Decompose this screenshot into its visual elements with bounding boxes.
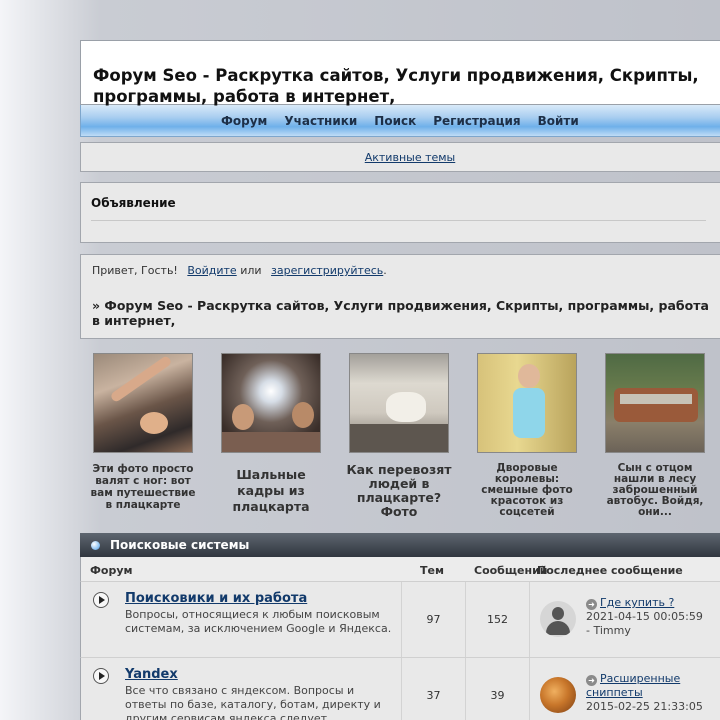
teaser-item[interactable]: Как перевозят людей в плацкарте? Фото bbox=[344, 353, 454, 519]
forum-title-link[interactable]: Yandex bbox=[125, 667, 178, 682]
posts-count: 152 bbox=[487, 613, 508, 626]
category-bullet-icon bbox=[91, 540, 100, 550]
page-wrapper: Форум Seo - Раскрутка сайтов, Услуги про… bbox=[80, 40, 720, 720]
nav-forum-link[interactable]: Форум bbox=[221, 114, 267, 128]
forum-description: Все что связано с яндексом. Вопросы и от… bbox=[125, 684, 381, 720]
teaser-item[interactable]: Дворовые королевы: смешные фото красоток… bbox=[472, 353, 582, 518]
announcement-divider bbox=[91, 220, 706, 221]
announcement-box: Объявление bbox=[80, 182, 720, 243]
posts-cell: 39 bbox=[465, 658, 529, 720]
main-nav: Форум Участники Поиск Регистрация Войти bbox=[80, 105, 720, 137]
goto-post-icon[interactable]: ➜ bbox=[586, 675, 597, 686]
topics-count: 97 bbox=[426, 613, 441, 626]
login-link[interactable]: Войдите bbox=[187, 264, 236, 277]
forum-row: Поисковики и их работа Вопросы, относящи… bbox=[80, 582, 720, 658]
goto-post-icon[interactable]: ➜ bbox=[586, 599, 597, 610]
posts-cell: 152 bbox=[465, 582, 529, 657]
last-post-link[interactable]: Где купить ? bbox=[600, 596, 674, 609]
teaser-image[interactable] bbox=[477, 353, 577, 453]
register-link[interactable]: зарегистрируйтесь bbox=[271, 264, 383, 277]
col-topics: Тем bbox=[420, 564, 444, 577]
teaser-image[interactable] bbox=[221, 353, 321, 453]
last-post-cell: ➜ Где купить ? 2021-04-15 00:05:59 - Timm… bbox=[529, 582, 720, 657]
posts-count: 39 bbox=[490, 689, 505, 702]
last-post-date: 2021-04-15 00:05:59 bbox=[586, 610, 703, 623]
topics-cell: 37 bbox=[401, 658, 465, 720]
forum-title-link[interactable]: Поисковики и их работа bbox=[125, 591, 307, 606]
active-topics-link[interactable]: Активные темы bbox=[365, 151, 456, 164]
user-avatar-icon[interactable] bbox=[540, 677, 576, 713]
greeting-period: . bbox=[383, 264, 387, 277]
last-post-info: ➜ Где купить ? 2021-04-15 00:05:59 - Timm… bbox=[586, 596, 720, 638]
breadcrumb: » Форум Seo - Раскрутка сайтов, Услуги п… bbox=[92, 298, 709, 328]
teaser-caption[interactable]: Шальные кадры из плацкарта bbox=[216, 463, 326, 515]
forum-row: Yandex Все что связано с яндексом. Вопро… bbox=[80, 658, 720, 720]
last-post-info: ➜ Расширенные сниппеты 2015-02-25 21:33:0… bbox=[586, 672, 720, 714]
teaser-caption[interactable]: Эти фото просто валят с ног: вот вам пут… bbox=[88, 463, 198, 511]
category-header[interactable]: Поисковые системы bbox=[80, 533, 720, 557]
last-post-link[interactable]: Расширенные сниппеты bbox=[586, 672, 680, 699]
column-headers: Форум Тем Сообщений Последнее сообщение bbox=[80, 557, 720, 582]
teaser-item[interactable]: Сын с отцом нашли в лесу заброшенный авт… bbox=[600, 353, 710, 518]
forum-table: Поисковые системы Форум Тем Сообщений По… bbox=[80, 533, 720, 720]
teaser-image[interactable] bbox=[349, 353, 449, 453]
greeting-or: или bbox=[240, 264, 262, 277]
forum-read-icon bbox=[93, 592, 109, 608]
site-title: Форум Seo - Раскрутка сайтов, Услуги про… bbox=[93, 66, 699, 106]
announcement-title: Объявление bbox=[91, 196, 176, 210]
forum-read-icon bbox=[93, 668, 109, 684]
user-avatar-icon[interactable] bbox=[540, 601, 576, 637]
category-title[interactable]: Поисковые системы bbox=[110, 538, 249, 552]
greeting-box: Привет, Гость! Войдите или зарегистрируй… bbox=[80, 254, 720, 339]
active-topics-box: Активные темы bbox=[80, 142, 720, 172]
col-last-post: Последнее сообщение bbox=[537, 564, 683, 577]
nav-search-link[interactable]: Поиск bbox=[374, 114, 416, 128]
last-post-cell: ➜ Расширенные сниппеты 2015-02-25 21:33:0… bbox=[529, 658, 720, 720]
last-post-author: - Timmy bbox=[586, 624, 631, 637]
col-forum: Форум bbox=[90, 564, 133, 577]
greeting-row: Привет, Гость! Войдите или зарегистрируй… bbox=[92, 264, 720, 277]
nav-login-link[interactable]: Войти bbox=[538, 114, 579, 128]
teaser-caption[interactable]: Дворовые королевы: смешные фото красоток… bbox=[472, 463, 582, 518]
teaser-caption[interactable]: Как перевозят людей в плацкарте? Фото bbox=[344, 463, 454, 519]
teaser-item[interactable]: Шальные кадры из плацкарта bbox=[216, 353, 326, 515]
teaser-item[interactable]: Эти фото просто валят с ног: вот вам пут… bbox=[88, 353, 198, 511]
greeting-text: Привет, Гость! bbox=[92, 264, 178, 277]
site-header: Форум Seo - Раскрутка сайтов, Услуги про… bbox=[80, 40, 720, 106]
nav-members-link[interactable]: Участники bbox=[284, 114, 357, 128]
topics-count: 37 bbox=[426, 689, 441, 702]
topics-cell: 97 bbox=[401, 582, 465, 657]
forum-description: Вопросы, относящиеся к любым поисковым с… bbox=[125, 608, 392, 635]
teaser-caption[interactable]: Сын с отцом нашли в лесу заброшенный авт… bbox=[600, 463, 710, 518]
teaser-image[interactable] bbox=[93, 353, 193, 453]
teaser-image[interactable] bbox=[605, 353, 705, 453]
nav-register-link[interactable]: Регистрация bbox=[433, 114, 520, 128]
teaser-gallery: Эти фото просто валят с ног: вот вам пут… bbox=[80, 353, 720, 523]
last-post-date: 2015-02-25 21:33:05 bbox=[586, 700, 703, 713]
